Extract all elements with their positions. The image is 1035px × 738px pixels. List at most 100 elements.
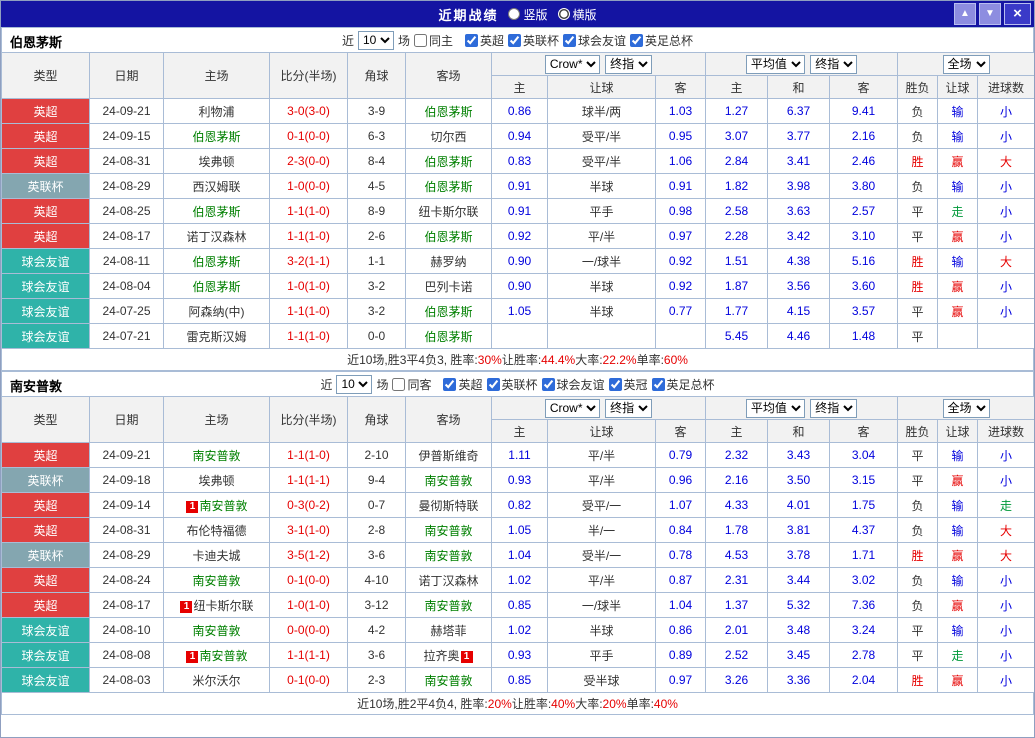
crow-home-odds-cell: 0.91 [492, 199, 548, 224]
crow-home-odds-cell: 0.82 [492, 493, 548, 518]
wdl-result-cell: 负 [898, 124, 938, 149]
summary-segment: 近10场,胜3平4负3, 胜率: [347, 351, 478, 368]
goals-result-cell: 小 [978, 224, 1035, 249]
result-scope-select[interactable]: 全场 [943, 55, 990, 74]
wdl-result-cell: 平 [898, 299, 938, 324]
league-filter[interactable]: 球会友谊 [542, 376, 605, 393]
section-filter-bar: 南安普敦 近 10 场 同客 英超英联杯球会友谊英冠英足总杯 [1, 371, 1034, 396]
wdl-result-cell: 平 [898, 324, 938, 349]
layout-radio-vertical[interactable]: 竖版 [508, 6, 547, 23]
score-cell: 1-0(1-0) [270, 593, 348, 618]
league-filter[interactable]: 球会友谊 [563, 32, 626, 49]
score-cell: 1-1(1-0) [270, 443, 348, 468]
home-team-cell: 卡迪夫城 [164, 543, 270, 568]
corner-cell: 2-8 [348, 518, 406, 543]
score-cell: 1-0(1-0) [270, 274, 348, 299]
match-row: 英超24-09-15伯恩茅斯0-1(0-0)6-3切尔西0.94受平/半0.95… [2, 124, 1035, 149]
avg-home-odds-cell: 1.78 [706, 518, 768, 543]
crow-home-odds-cell: 0.90 [492, 249, 548, 274]
match-date-cell: 24-09-15 [90, 124, 164, 149]
same-side-checkbox[interactable] [414, 34, 427, 47]
avg-home-odds-cell: 2.52 [706, 643, 768, 668]
wdl-result-cell: 胜 [898, 149, 938, 174]
crow-home-odds-cell: 0.90 [492, 274, 548, 299]
home-team-cell: 南安普敦 [164, 568, 270, 593]
league-filter-checkbox[interactable] [563, 34, 576, 47]
avg-source-select[interactable]: 平均值 [746, 55, 805, 74]
crow-home-odds-cell: 1.04 [492, 543, 548, 568]
league-filter-checkbox[interactable] [652, 378, 665, 391]
odds-stage-select[interactable]: 终指 [605, 55, 652, 74]
crow-handicap-cell: 平/半 [548, 568, 656, 593]
handicap-result-cell: 赢 [938, 543, 978, 568]
match-date-cell: 24-08-04 [90, 274, 164, 299]
corner-cell: 3-6 [348, 543, 406, 568]
league-filter[interactable]: 英足总杯 [652, 376, 715, 393]
match-row: 英超24-08-17诺丁汉森林1-1(1-0)2-6伯恩茅斯0.92平/半0.9… [2, 224, 1035, 249]
same-side-filter[interactable]: 同主 [414, 32, 453, 49]
avg-stage-select[interactable]: 终指 [810, 399, 857, 418]
goals-result-cell: 小 [978, 299, 1035, 324]
away-team-cell: 南安普敦 [406, 593, 492, 618]
move-up-button[interactable]: ▲ [954, 3, 976, 25]
league-filter[interactable]: 英超 [465, 32, 504, 49]
league-filter-label: 英足总杯 [667, 376, 715, 393]
corner-cell: 3-9 [348, 99, 406, 124]
home-team-cell: 1纽卡斯尔联 [164, 593, 270, 618]
league-filter[interactable]: 英冠 [609, 376, 648, 393]
league-filter[interactable]: 英联杯 [508, 32, 559, 49]
avg-source-select[interactable]: 平均值 [746, 399, 805, 418]
league-filter-checkbox[interactable] [508, 34, 521, 47]
home-team-cell: 诺丁汉森林 [164, 224, 270, 249]
odds-source-select[interactable]: Crow* [545, 399, 600, 418]
match-row: 英联杯24-08-29西汉姆联1-0(0-0)4-5伯恩茅斯0.91半球0.91… [2, 174, 1035, 199]
avg-stage-select[interactable]: 终指 [810, 55, 857, 74]
league-filter-checkbox[interactable] [609, 378, 622, 391]
recent-count-select[interactable]: 10 [358, 31, 394, 50]
away-team-cell: 赫塔菲 [406, 618, 492, 643]
result-scope-group: 全场 [898, 53, 1035, 76]
league-filters: 英超英联杯球会友谊 英冠 英足总杯 [443, 376, 714, 393]
crow-home-odds-cell: 1.05 [492, 299, 548, 324]
home-team-name: 伯恩茅斯 [192, 205, 240, 219]
odds-source-select[interactable]: Crow* [545, 55, 600, 74]
away-team-name: 南安普敦 [424, 674, 472, 688]
goals-result-cell: 小 [978, 174, 1035, 199]
layout-radio-horizontal[interactable]: 横版 [558, 6, 597, 23]
league-filter-checkbox[interactable] [465, 34, 478, 47]
close-button[interactable]: × [1004, 3, 1031, 25]
league-filter[interactable]: 英足总杯 [630, 32, 693, 49]
league-filter-checkbox[interactable] [487, 378, 500, 391]
crow-handicap-cell: 半/一 [548, 518, 656, 543]
layout-radio-vertical-input[interactable] [508, 8, 520, 20]
league-filter-checkbox[interactable] [443, 378, 456, 391]
match-row: 英超24-08-171纽卡斯尔联1-0(1-0)3-12南安普敦0.85一/球半… [2, 593, 1035, 618]
move-down-button[interactable]: ▼ [979, 3, 1001, 25]
score-cell: 3-2(1-1) [270, 249, 348, 274]
home-team-name: 纽卡斯尔联 [193, 599, 253, 613]
goals-result-cell: 小 [978, 99, 1035, 124]
same-side-filter[interactable]: 同客 [392, 376, 431, 393]
recent-count-select[interactable]: 10 [336, 375, 372, 394]
handicap-result-cell: 赢 [938, 149, 978, 174]
league-type-cell: 球会友谊 [2, 618, 90, 643]
result-scope-select[interactable]: 全场 [943, 399, 990, 418]
league-type-cell: 英联杯 [2, 543, 90, 568]
handicap-result-cell: 赢 [938, 468, 978, 493]
league-filter[interactable]: 英联杯 [487, 376, 538, 393]
avg-away-odds-cell: 4.37 [830, 518, 898, 543]
league-filter-checkbox[interactable] [630, 34, 643, 47]
handicap-result-cell: 走 [938, 199, 978, 224]
same-side-checkbox[interactable] [392, 378, 405, 391]
odds-stage-select[interactable]: 终指 [605, 399, 652, 418]
corner-cell: 2-3 [348, 668, 406, 693]
avg-draw-odds-cell: 3.44 [768, 568, 830, 593]
league-filter[interactable]: 英超 [443, 376, 482, 393]
match-row: 英联杯24-08-29卡迪夫城3-5(1-2)3-6南安普敦1.04受半/一0.… [2, 543, 1035, 568]
league-filter-label: 英冠 [624, 376, 648, 393]
league-filters: 英超英联杯球会友谊英足总杯 [465, 32, 693, 49]
avg-away-odds-cell: 2.57 [830, 199, 898, 224]
layout-radio-horizontal-input[interactable] [558, 8, 570, 20]
col-header-avg-away: 客 [830, 76, 898, 99]
league-filter-checkbox[interactable] [542, 378, 555, 391]
